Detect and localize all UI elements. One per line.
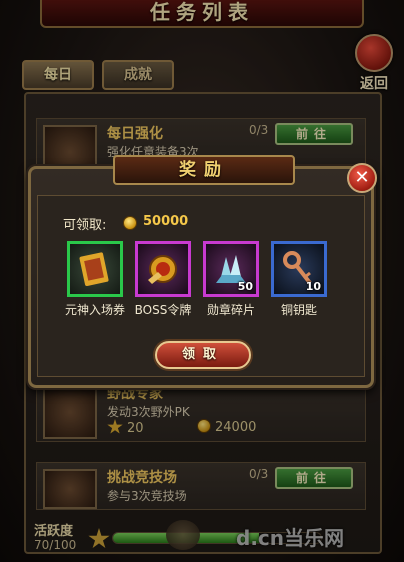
item-count: 10 (305, 280, 321, 293)
quest-list-screen: 任务列表 返回 每日 成就 每日强化 强化任意装备3次 0/3 前往 野战专家 … (0, 0, 404, 562)
close-button[interactable]: ✕ (347, 163, 377, 193)
reward-item[interactable]: 10 铜钥匙 (269, 241, 329, 318)
item-frame (67, 241, 123, 297)
item-frame: 50 (203, 241, 259, 297)
item-count: 50 (237, 280, 253, 293)
reward-item[interactable]: 元神入场券 (65, 241, 125, 318)
reward-item[interactable]: BOSS令牌 (133, 241, 193, 318)
reward-modal: 奖励 ✕ 可领取: 50000 元神入场券 BOSS令牌 50 勋章碎片 10 … (28, 155, 377, 388)
reward-items: 元神入场券 BOSS令牌 50 勋章碎片 10 铜钥匙 (65, 241, 355, 321)
item-frame: 10 (271, 241, 327, 297)
item-frame (135, 241, 191, 297)
token-icon (148, 255, 177, 284)
item-name: 勋章碎片 (206, 303, 255, 317)
coin-amount: 50000 (143, 214, 189, 229)
coin-icon (123, 216, 137, 230)
item-name: BOSS令牌 (134, 303, 192, 317)
item-name: 元神入场券 (65, 303, 126, 317)
reward-item[interactable]: 50 勋章碎片 (201, 241, 261, 318)
ticket-icon (79, 252, 109, 287)
claim-label: 可领取: (63, 218, 107, 233)
claim-button[interactable]: 领取 (155, 341, 251, 369)
item-name: 铜钥匙 (280, 303, 317, 317)
modal-title: 奖励 (113, 155, 295, 185)
